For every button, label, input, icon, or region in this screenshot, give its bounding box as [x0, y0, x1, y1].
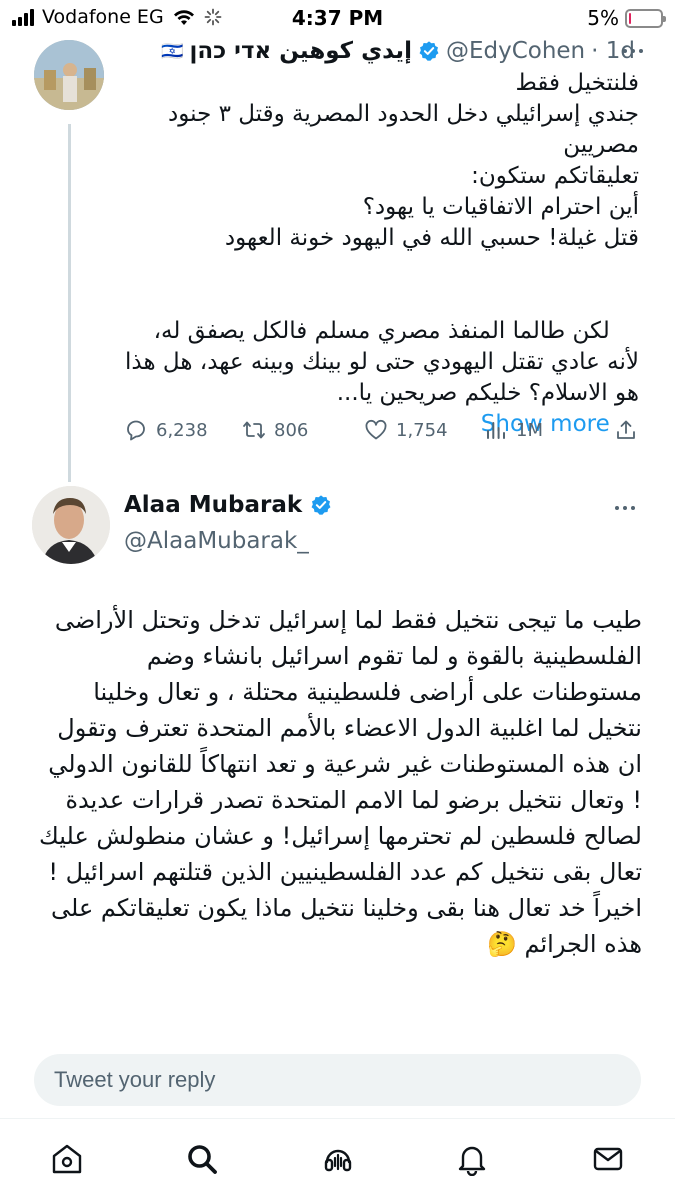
tweet1-body[interactable]: فلنتخيل فقط جندي إسرائيلي دخل الحدود الم… — [119, 68, 639, 471]
spaces-icon — [324, 1149, 352, 1172]
views-icon — [487, 422, 505, 439]
tweet1-header: 🇮🇱 إيدي كوهين אדי כהן @EdyCohen · 1d — [161, 36, 635, 66]
reply-button[interactable]: 6,238 — [124, 418, 208, 442]
battery-icon — [625, 8, 666, 28]
verified-badge-icon — [419, 41, 439, 61]
tweet2-more-icon[interactable] — [615, 506, 637, 512]
avatar-image — [34, 40, 104, 110]
israel-flag-icon: 🇮🇱 — [161, 40, 184, 62]
tweet2-body[interactable]: طيب ما تيجى نتخيل فقط لما إسرائيل تدخل و… — [36, 602, 642, 962]
home-icon — [52, 1144, 82, 1174]
tweet2-author[interactable]: Alaa Mubarak — [124, 492, 332, 518]
retweet-count: 806 — [274, 419, 309, 441]
tab-search[interactable] — [182, 1139, 222, 1179]
search-icon — [188, 1145, 217, 1174]
tweet1-line — [119, 254, 639, 285]
notifications-icon — [458, 1146, 486, 1176]
tweet1-line: جندي إسرائيلي دخل الحدود المصرية وقتل ٣ … — [160, 101, 639, 158]
share-button[interactable] — [614, 418, 638, 442]
status-bar-right: 5% — [587, 6, 666, 30]
tab-spaces[interactable] — [318, 1139, 358, 1179]
avatar-edycohen[interactable] — [34, 40, 104, 110]
battery-level — [629, 12, 631, 24]
like-button[interactable]: 1,754 — [364, 418, 448, 442]
tab-bar — [0, 1118, 675, 1200]
messages-icon — [593, 1147, 623, 1171]
retweet-button[interactable]: 806 — [242, 418, 308, 442]
heart-icon — [365, 419, 387, 440]
tweet2-author-name[interactable]: Alaa Mubarak — [124, 492, 302, 518]
tweet1-line: أين احترام الاتفاقيات يا يهود؟ — [362, 194, 639, 220]
like-count: 1,754 — [396, 419, 448, 441]
thread-line — [68, 124, 71, 482]
battery-percent: 5% — [587, 6, 619, 30]
avatar-alaamubarak[interactable] — [32, 486, 110, 564]
tweet1-line: فلنتخيل فقط — [515, 70, 639, 96]
reply-icon — [127, 420, 145, 441]
reply-input[interactable] — [34, 1054, 641, 1106]
share-icon — [617, 420, 635, 439]
tweet1-line-text: لكن طالما المنفذ مصري مسلم فالكل يصفق له… — [117, 318, 639, 406]
tweet1-actions: 6,238 806 1,754 1M — [120, 414, 645, 446]
tweet1-author-name[interactable]: إيدي كوهين אדי כהן — [189, 38, 412, 64]
tweet1-line: قتل غيلة! حسبي الله في اليهود خونة العهو… — [224, 225, 639, 251]
reply-count: 6,238 — [156, 419, 208, 441]
tab-home[interactable] — [47, 1139, 87, 1179]
views-button[interactable]: 1M — [484, 418, 543, 442]
verified-badge-icon — [311, 495, 331, 515]
tweet1-more-icon[interactable] — [623, 49, 645, 55]
reply-bar — [0, 1042, 675, 1118]
tweet2-handle[interactable]: @AlaaMubarak_ — [124, 528, 309, 554]
status-time: 4:37 PM — [291, 6, 384, 30]
tweet1-handle[interactable]: @EdyCohen — [446, 38, 585, 64]
tab-messages[interactable] — [588, 1139, 628, 1179]
avatar-image — [32, 486, 110, 564]
tweet1-line: تعليقاتكم ستكون: — [471, 163, 639, 189]
retweet-icon — [243, 421, 265, 439]
views-count: 1M — [516, 419, 543, 441]
tab-notifications[interactable] — [452, 1139, 492, 1179]
status-bar: Vodafone EG 4:37 PM 5% — [0, 0, 675, 38]
